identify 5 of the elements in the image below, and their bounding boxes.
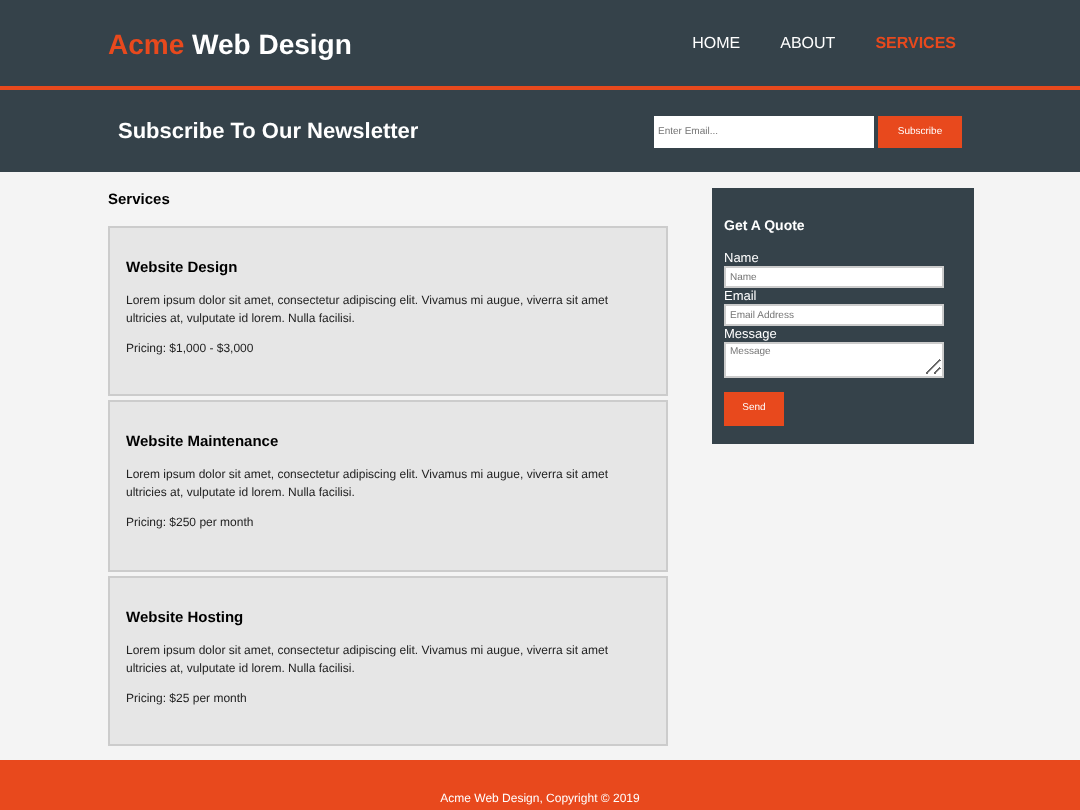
nav-link[interactable]: ABOUT [780,34,836,52]
nav-link[interactable]: SERVICES [875,34,956,52]
newsletter-title: Subscribe To Our Newsletter [118,119,419,143]
nav-link[interactable]: HOME [692,34,741,52]
site-logo: Acme Web Design [108,27,352,59]
